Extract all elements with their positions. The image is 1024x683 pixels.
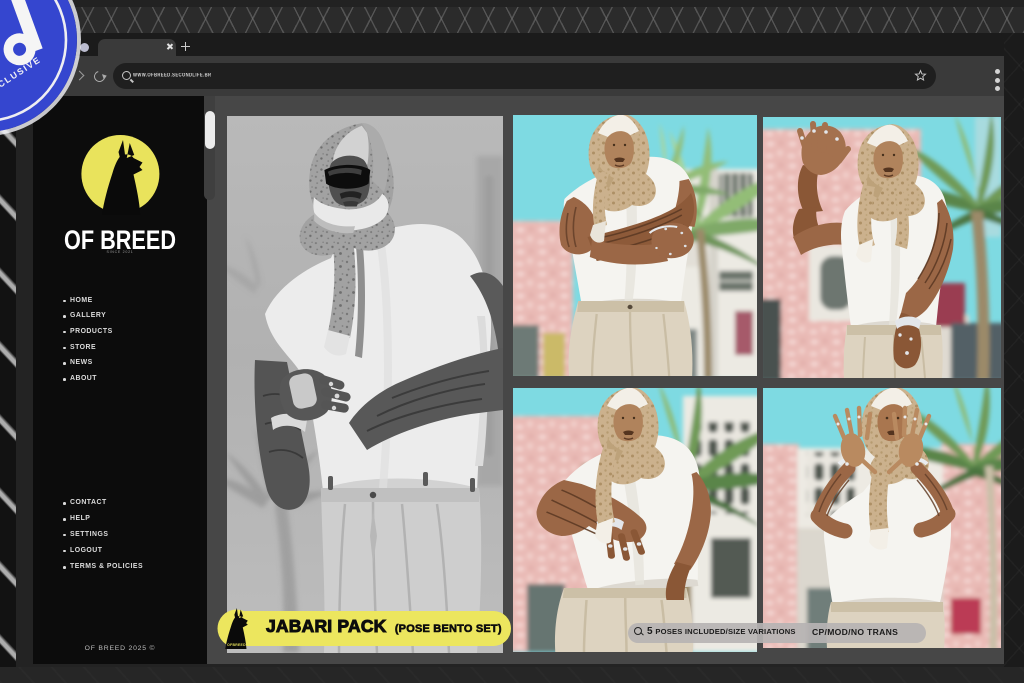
svg-text:SINCE 2021: SINCE 2021 (107, 250, 134, 254)
svg-text:OFBREED: OFBREED (227, 643, 246, 647)
